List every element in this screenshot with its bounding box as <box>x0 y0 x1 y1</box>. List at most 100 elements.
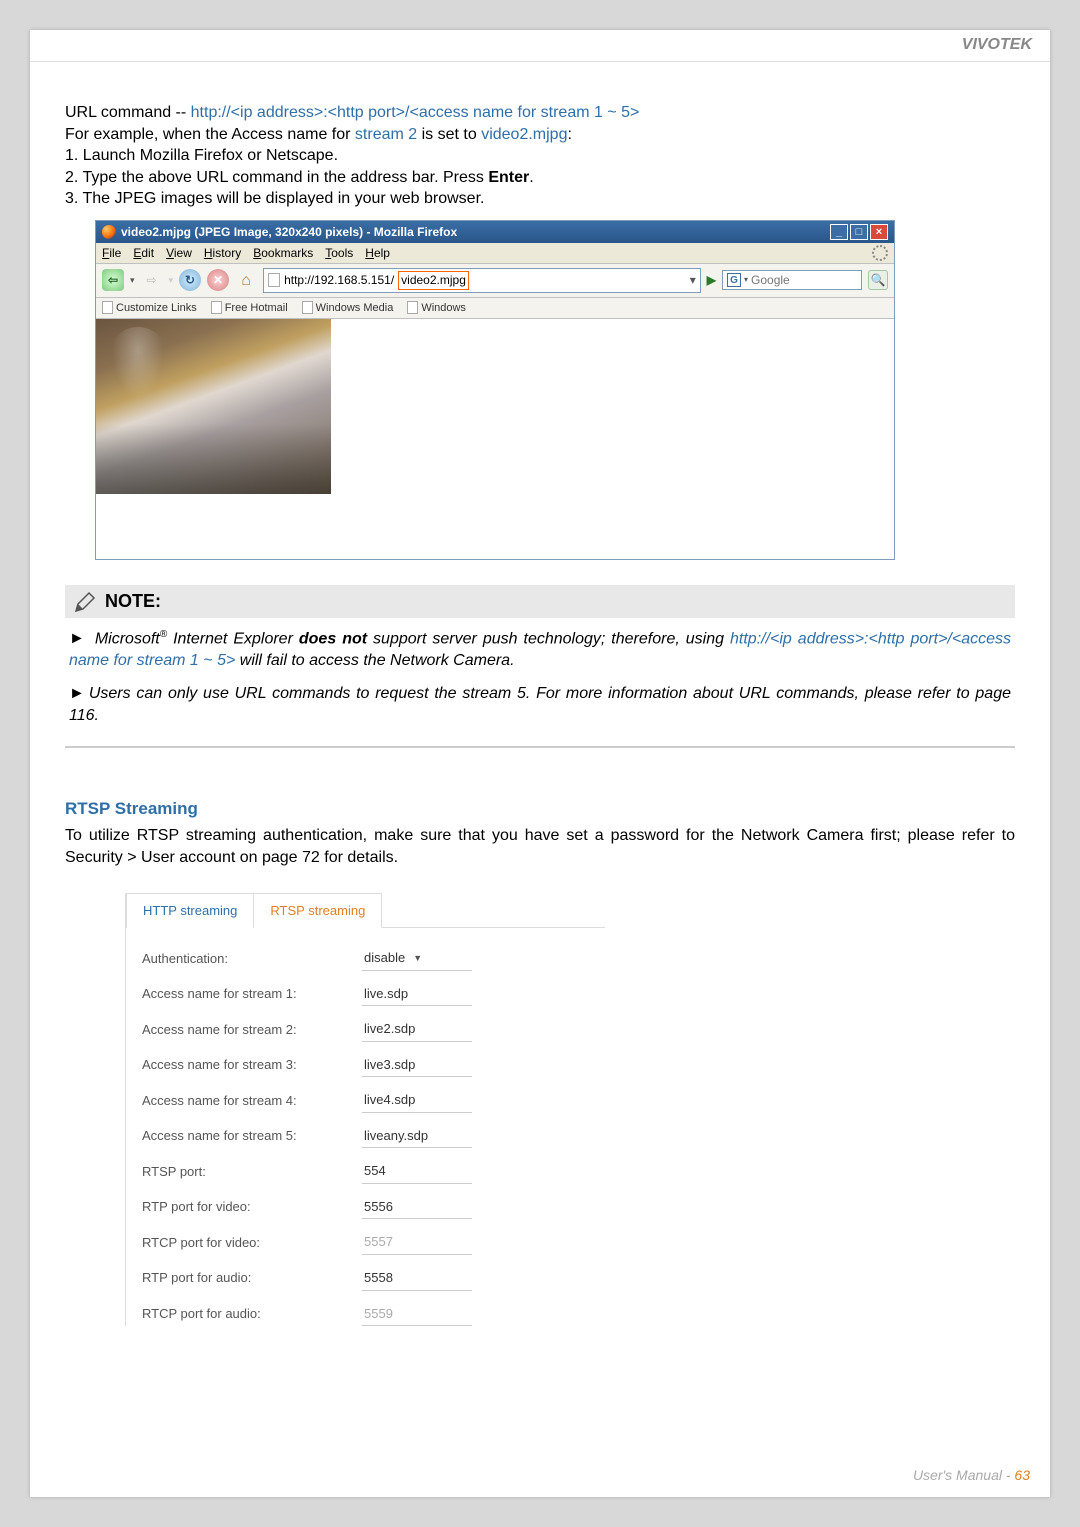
step2-pre: 2. Type the above URL command in the add… <box>65 169 488 186</box>
close-button[interactable]: × <box>870 224 888 240</box>
note-point-1: Microsoft® Internet Explorer does not su… <box>69 628 1011 672</box>
browser-viewport <box>96 319 894 559</box>
text-field[interactable]: live.sdp <box>362 982 472 1007</box>
form-label: Access name for stream 4: <box>142 1092 362 1110</box>
search-box[interactable]: G ▾ <box>722 270 862 290</box>
rtsp-heading: RTSP Streaming <box>65 798 1015 821</box>
menubar: File Edit View History Bookmarks Tools H… <box>96 243 894 264</box>
text-field[interactable]: live2.sdp <box>362 1017 472 1042</box>
stop-button[interactable]: ✕ <box>207 269 229 291</box>
titlebar: video2.mjpg (JPEG Image, 320x240 pixels)… <box>96 221 894 243</box>
form-label: RTSP port: <box>142 1163 362 1181</box>
search-engine-dropdown-icon[interactable]: ▾ <box>744 275 748 286</box>
url-cmd-label: URL command -- <box>65 104 191 121</box>
minimize-button[interactable]: _ <box>830 224 848 240</box>
address-bar[interactable]: http://192.168.5.151/video2.mjpg ▾ <box>263 268 701 292</box>
text-field[interactable]: live3.sdp <box>362 1053 472 1078</box>
bookmark-icon <box>211 301 222 314</box>
example-mid: is set to <box>417 126 481 143</box>
page-number: 63 <box>1014 1467 1030 1483</box>
address-dropdown-icon[interactable]: ▾ <box>690 272 696 288</box>
firefox-icon <box>102 225 116 239</box>
menu-view[interactable]: View <box>166 245 192 261</box>
forward-button[interactable]: ⇨ <box>141 269 163 291</box>
form-row: Access name for stream 5:liveany.sdp <box>142 1124 589 1149</box>
form-row: RTSP port:554 <box>142 1159 589 1184</box>
go-button[interactable]: ▶ <box>707 272 716 288</box>
back-button[interactable]: ⇦ <box>102 269 124 291</box>
form-label: RTP port for audio: <box>142 1269 362 1287</box>
throbber-icon <box>872 245 888 261</box>
rtsp-section: RTSP Streaming To utilize RTSP streaming… <box>65 798 1015 1326</box>
form-label: Access name for stream 1: <box>142 985 362 1003</box>
menu-tools[interactable]: Tools <box>325 245 353 261</box>
example-suffix: : <box>567 126 571 143</box>
url-cmd-value: http://<ip address>:<http port>/<access … <box>191 104 640 121</box>
maximize-button[interactable]: □ <box>850 224 868 240</box>
browser-screenshot: video2.mjpg (JPEG Image, 320x240 pixels)… <box>95 220 895 560</box>
address-selection: video2.mjpg <box>398 271 469 289</box>
text-field[interactable]: liveany.sdp <box>362 1124 472 1149</box>
bookmark-windows-media[interactable]: Windows Media <box>302 301 394 316</box>
back-dropdown-icon[interactable]: ▾ <box>130 274 135 286</box>
tab-http-streaming[interactable]: HTTP streaming <box>126 893 254 929</box>
note-point-2: Users can only use URL commands to reque… <box>69 683 1011 726</box>
form-label: Access name for stream 2: <box>142 1021 362 1039</box>
form-label: Access name for stream 3: <box>142 1056 362 1074</box>
dropdown-field[interactable]: disable▼ <box>362 946 472 971</box>
url-command-line: URL command -- http://<ip address>:<http… <box>65 102 1015 124</box>
bookmark-windows[interactable]: Windows <box>407 301 466 316</box>
form-row: RTCP port for audio:5559 <box>142 1302 589 1327</box>
forward-dropdown-icon[interactable]: ▾ <box>169 274 174 286</box>
text-field[interactable]: live4.sdp <box>362 1088 472 1113</box>
header-brand: VIVOTEK <box>30 30 1050 62</box>
reload-button[interactable]: ↻ <box>179 269 201 291</box>
home-button[interactable]: ⌂ <box>235 269 257 291</box>
form-row: Access name for stream 4:live4.sdp <box>142 1088 589 1113</box>
camera-stream-image <box>96 319 331 494</box>
form-row: Access name for stream 1:live.sdp <box>142 982 589 1007</box>
menu-history[interactable]: History <box>204 245 241 261</box>
note-body: Microsoft® Internet Explorer does not su… <box>65 618 1015 749</box>
form-row: RTP port for audio:5558 <box>142 1266 589 1291</box>
page-icon <box>268 273 280 287</box>
bookmark-icon <box>407 301 418 314</box>
step-1: 1. Launch Mozilla Firefox or Netscape. <box>65 145 1015 167</box>
address-pre: http://192.168.5.151/ <box>284 272 394 288</box>
menu-file[interactable]: File <box>102 245 121 261</box>
bookmark-icon <box>302 301 313 314</box>
bookmarks-toolbar: Customize Links Free Hotmail Windows Med… <box>96 298 894 320</box>
bookmark-free-hotmail[interactable]: Free Hotmail <box>211 301 288 316</box>
text-field[interactable]: 554 <box>362 1159 472 1184</box>
step-2: 2. Type the above URL command in the add… <box>65 167 1015 189</box>
text-field: 5557 <box>362 1230 472 1255</box>
text-field[interactable]: 5556 <box>362 1195 472 1220</box>
chevron-down-icon[interactable]: ▼ <box>413 952 422 964</box>
menu-help[interactable]: Help <box>365 245 390 261</box>
nav-toolbar: ⇦ ▾ ⇨ ▾ ↻ ✕ ⌂ http://192.168.5.151/video… <box>96 264 894 297</box>
footer-text: User's Manual - <box>913 1467 1014 1483</box>
search-go-button[interactable]: 🔍 <box>868 270 888 290</box>
step2-post: . <box>529 169 533 186</box>
menu-bookmarks[interactable]: Bookmarks <box>253 245 313 261</box>
text-field[interactable]: 5558 <box>362 1266 472 1291</box>
form-row: Authentication:disable▼ <box>142 946 589 971</box>
note-header: NOTE: <box>65 585 1015 617</box>
form-row: RTP port for video:5556 <box>142 1195 589 1220</box>
step-3: 3. The JPEG images will be displayed in … <box>65 188 1015 210</box>
form-row: Access name for stream 3:live3.sdp <box>142 1053 589 1078</box>
bookmark-icon <box>102 301 113 314</box>
bookmark-customize-links[interactable]: Customize Links <box>102 301 197 316</box>
text-field: 5559 <box>362 1302 472 1327</box>
rtsp-settings-panel: HTTP streaming RTSP streaming Authentica… <box>125 893 605 1327</box>
example-prefix: For example, when the Access name for <box>65 126 355 143</box>
step2-bold: Enter <box>488 169 529 186</box>
note-heading: NOTE: <box>105 589 161 613</box>
form-row: Access name for stream 2:live2.sdp <box>142 1017 589 1042</box>
menu-edit[interactable]: Edit <box>133 245 154 261</box>
form-label: RTCP port for audio: <box>142 1305 362 1323</box>
window-title: video2.mjpg (JPEG Image, 320x240 pixels)… <box>121 224 457 240</box>
search-input[interactable] <box>751 273 821 287</box>
tab-rtsp-streaming[interactable]: RTSP streaming <box>253 893 382 929</box>
form-label: RTCP port for video: <box>142 1234 362 1252</box>
